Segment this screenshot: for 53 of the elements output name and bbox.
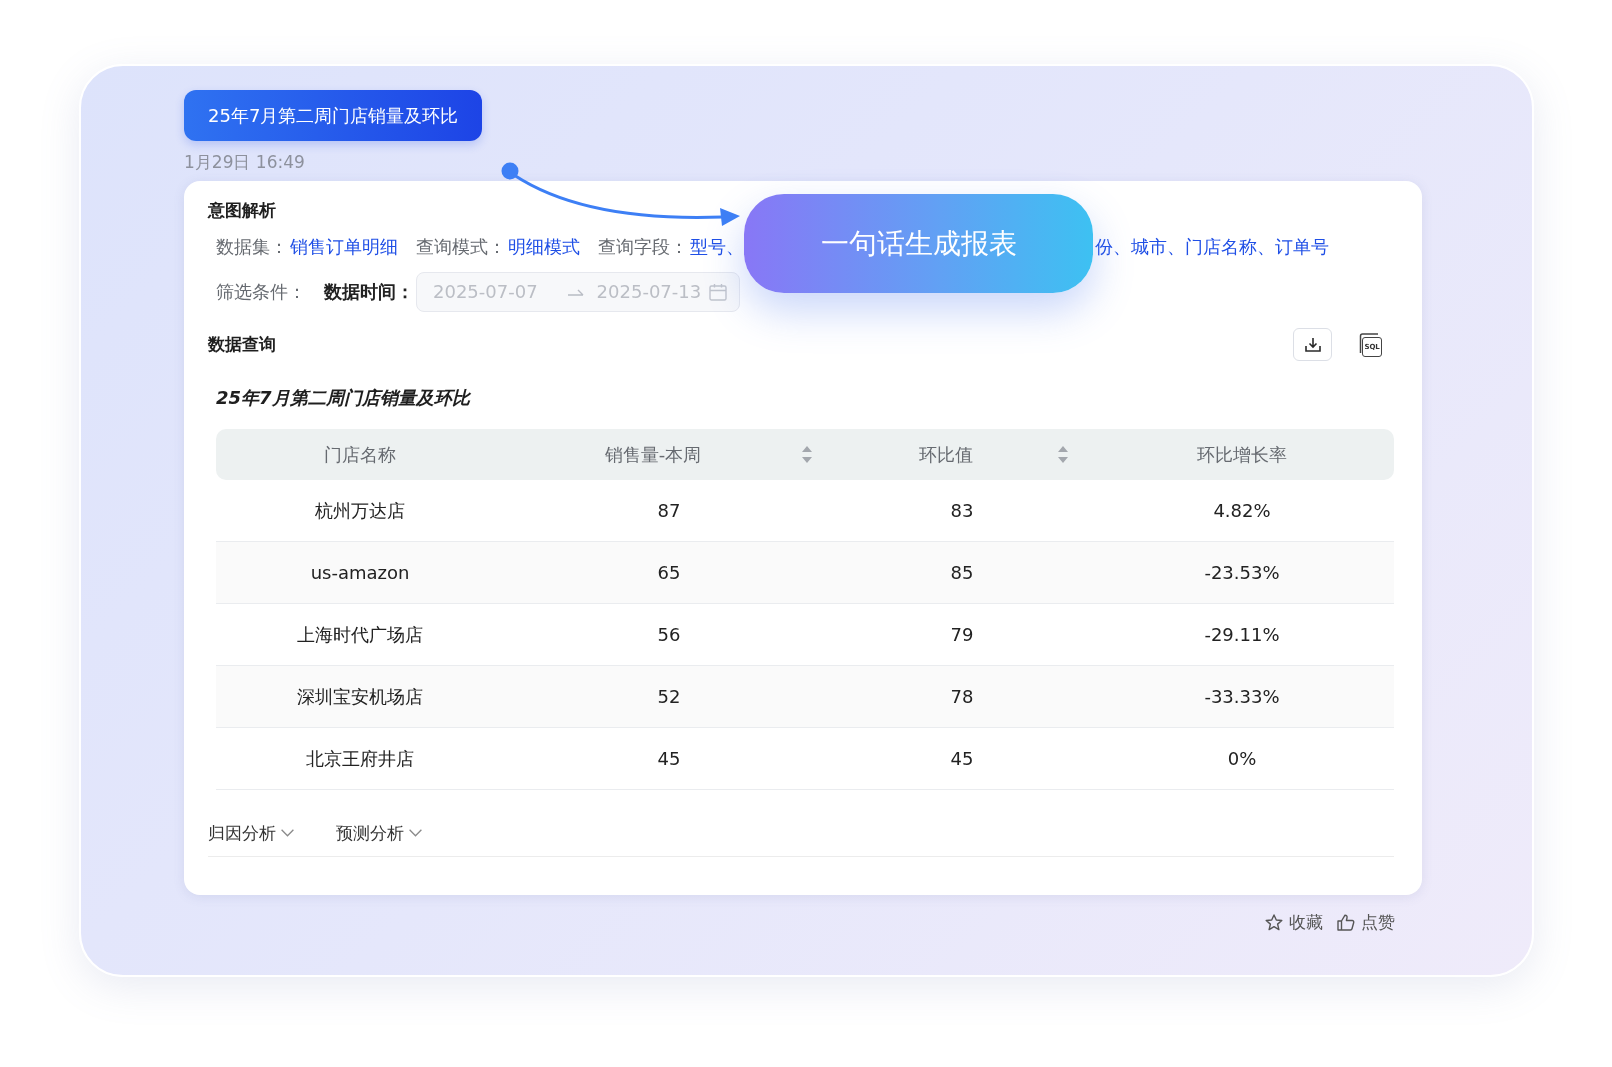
column-header[interactable]: 销售量-本周 xyxy=(504,429,834,480)
field-label: 查询字段： xyxy=(598,235,688,259)
table-cell-text: 45 xyxy=(656,747,682,771)
field-value: 销售订单明细 xyxy=(290,235,398,259)
section-title: 意图解析 xyxy=(208,199,276,222)
column-header[interactable]: 门店名称 xyxy=(216,429,504,480)
field-value: 明细模式 xyxy=(508,235,580,259)
arrow-right-icon xyxy=(567,288,584,296)
favorite-button[interactable]: 收藏 xyxy=(1265,910,1323,934)
table-cell-text: 4.82% xyxy=(1212,499,1272,523)
table-cell-text: 北京王府井店 xyxy=(305,746,415,771)
table-cell-text: 56 xyxy=(656,623,682,647)
table-cell-text: -29.11% xyxy=(1203,623,1281,647)
message-bubble: 25年7月第二周门店销量及环比 xyxy=(184,90,483,141)
table-cell-text: -33.33% xyxy=(1203,685,1281,709)
download-button[interactable] xyxy=(1293,327,1332,361)
like-button[interactable]: 点赞 xyxy=(1337,910,1395,934)
table-cell-text: 65 xyxy=(656,561,682,585)
column-header[interactable]: 环比值 xyxy=(834,429,1090,480)
table-cell-text: 45 xyxy=(949,747,975,771)
section-title: 数据查询 xyxy=(208,333,276,356)
thumbs-up-icon xyxy=(1337,913,1355,931)
timestamp: 1月29日 16:49 xyxy=(184,151,305,174)
sort-icon xyxy=(802,446,812,463)
table-cell-text: 杭州万达店 xyxy=(314,498,406,523)
table-cell-text: 85 xyxy=(949,561,975,585)
table-cell-text: us-amazon xyxy=(309,561,411,585)
table-cell-text: -23.53% xyxy=(1203,561,1281,585)
field-label: 数据时间： xyxy=(324,280,414,304)
collapse-toggle[interactable]: 归因分析 xyxy=(208,821,294,845)
star-icon xyxy=(1265,913,1283,931)
banner-title: 一句话生成报表 xyxy=(744,194,1093,293)
chevron-down-icon xyxy=(281,829,294,837)
sort-icon xyxy=(1058,446,1068,463)
download-icon xyxy=(1304,336,1321,352)
collapse-toggle[interactable]: 预测分析 xyxy=(336,821,422,845)
table-cell-text: 79 xyxy=(949,623,975,647)
table-cell-text: 52 xyxy=(656,685,682,709)
field-value: 型号、 xyxy=(690,235,744,259)
filter-label: 筛选条件： xyxy=(216,280,306,304)
table-cell-text: 上海时代广场店 xyxy=(296,622,424,647)
table-cell-text: 0% xyxy=(1226,747,1258,771)
column-header[interactable]: 环比增长率 xyxy=(1090,429,1394,480)
calendar-icon xyxy=(709,283,727,301)
field-label: 数据集： xyxy=(216,235,288,259)
field-value: 份、城市、门店名称、订单号 xyxy=(1095,235,1329,259)
table-cell-text: 83 xyxy=(949,499,975,523)
field-label: 查询模式： xyxy=(416,235,506,259)
chevron-down-icon xyxy=(409,829,422,837)
table-cell-text: 87 xyxy=(656,499,682,523)
table-cell-text: 78 xyxy=(949,685,975,709)
table-title: 25年7月第二周门店销量及环比 xyxy=(215,386,470,410)
table-cell-text: 深圳宝安机场店 xyxy=(296,684,424,709)
